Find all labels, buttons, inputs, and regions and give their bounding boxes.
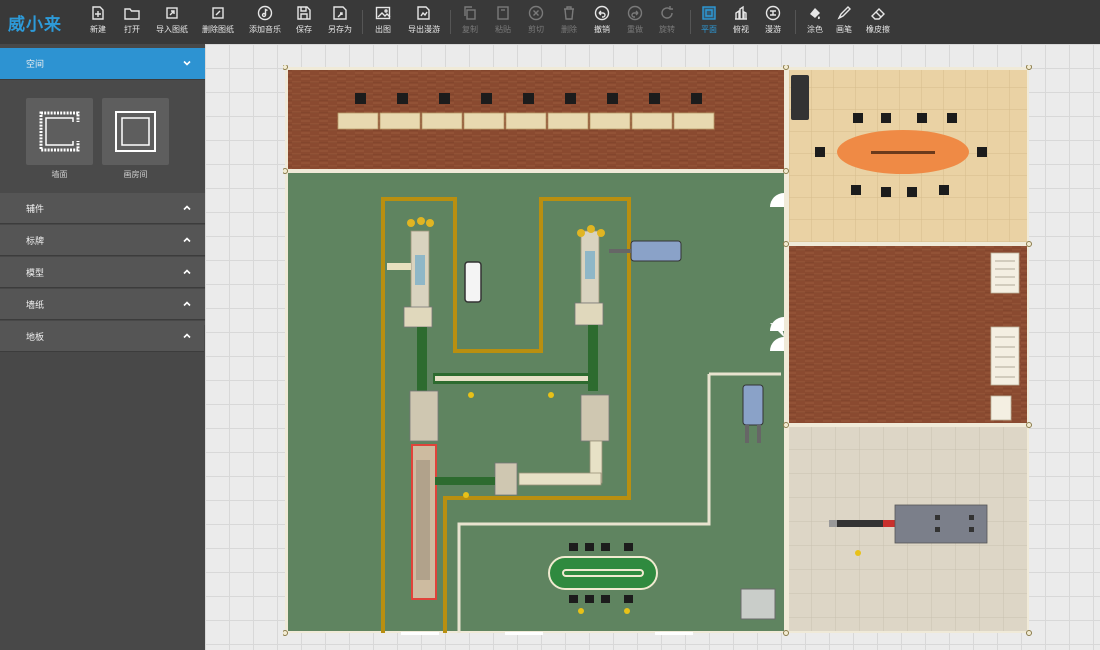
lab-room[interactable] bbox=[789, 427, 1027, 631]
accordion-title: 标牌 bbox=[26, 236, 45, 247]
paint-button[interactable]: 涂色 bbox=[807, 5, 823, 39]
paint-bucket-icon bbox=[810, 8, 820, 20]
toolbar-divider bbox=[795, 10, 796, 34]
brush-icon bbox=[837, 6, 851, 20]
meeting-room[interactable] bbox=[789, 70, 1027, 242]
draw-room-label: 画房间 bbox=[123, 170, 148, 179]
wall-tool-label: 墙面 bbox=[51, 170, 68, 179]
new-file-icon bbox=[92, 6, 104, 20]
accordion-signs-header[interactable]: 标牌 bbox=[0, 225, 205, 256]
brush-button[interactable]: 画笔 bbox=[836, 5, 852, 39]
accordion-title: 墙纸 bbox=[26, 300, 45, 311]
save-as-button[interactable]: 另存为 bbox=[328, 5, 352, 39]
image-icon bbox=[375, 6, 391, 20]
trash-icon bbox=[564, 6, 574, 20]
accordion-wallpaper-header[interactable]: 墙纸 bbox=[0, 289, 205, 320]
top-view-button[interactable]: 俯视 bbox=[733, 5, 749, 39]
top-view-icon bbox=[735, 5, 747, 20]
office-room[interactable] bbox=[288, 70, 784, 169]
eraser-button[interactable]: 橡皮擦 bbox=[866, 5, 890, 39]
app-logo: 威小来 bbox=[8, 15, 62, 35]
chevron-up-icon bbox=[183, 205, 191, 211]
electrical-cabinet[interactable] bbox=[740, 588, 776, 620]
rotate-button[interactable]: 旋转 bbox=[659, 5, 675, 39]
left-panel: 空间 墙面 画房间 辅件 标牌 模型 墙纸 地板 bbox=[0, 44, 205, 650]
accordion-floor-header[interactable]: 地板 bbox=[0, 321, 205, 352]
wall-icon bbox=[39, 111, 80, 152]
paste-button[interactable]: 粘贴 bbox=[495, 5, 511, 39]
rotate-icon bbox=[661, 6, 673, 19]
accordion-accessories-header[interactable]: 辅件 bbox=[0, 193, 205, 224]
top-toolbar: 威小来 新建 打开 导入图纸 删除图纸 添加音乐 保存 另存为 出图 导出漫游 … bbox=[0, 0, 1100, 44]
room-icon bbox=[115, 111, 156, 152]
add-music-button[interactable]: 添加音乐 bbox=[249, 5, 281, 39]
toolbar-divider bbox=[690, 10, 691, 34]
new-button[interactable]: 新建 bbox=[90, 5, 106, 39]
plan-view-icon bbox=[702, 6, 716, 20]
toolbar-divider bbox=[362, 10, 363, 34]
export-image-button[interactable]: 出图 bbox=[375, 5, 391, 39]
import-drawing-button[interactable]: 导入图纸 bbox=[156, 5, 188, 39]
paste-icon bbox=[497, 6, 509, 20]
save-button[interactable]: 保存 bbox=[296, 5, 312, 39]
chevron-up-icon bbox=[183, 301, 191, 307]
workshop-floor[interactable] bbox=[288, 173, 784, 633]
accordion-space-header[interactable]: 空间 bbox=[0, 48, 205, 80]
eraser-icon bbox=[871, 8, 885, 20]
accordion-title: 空间 bbox=[26, 60, 45, 70]
toolbar-divider bbox=[450, 10, 451, 34]
plan-view-button[interactable]: 平面 bbox=[701, 5, 717, 39]
undo-icon bbox=[594, 5, 610, 21]
draw-room-tile[interactable] bbox=[102, 98, 169, 165]
export-tour-button[interactable]: 导出漫游 bbox=[408, 5, 440, 39]
tablet-device[interactable] bbox=[464, 261, 482, 303]
redo-icon bbox=[627, 5, 643, 21]
chevron-down-icon bbox=[183, 60, 191, 66]
chevron-up-icon bbox=[183, 237, 191, 243]
roam-icon bbox=[765, 5, 781, 21]
space-panel-body: 墙面 画房间 bbox=[0, 80, 205, 195]
floor-plan[interactable] bbox=[283, 65, 1035, 638]
chevron-up-icon bbox=[183, 269, 191, 275]
delete-button[interactable]: 删除 bbox=[561, 5, 577, 39]
copy-icon bbox=[464, 6, 476, 20]
wall-tool-tile[interactable] bbox=[26, 98, 93, 165]
redo-button[interactable]: 重做 bbox=[627, 5, 643, 39]
roam-button[interactable]: 漫游 bbox=[765, 5, 781, 39]
save-as-icon bbox=[333, 6, 347, 20]
save-icon bbox=[297, 6, 311, 20]
storage-room[interactable] bbox=[789, 246, 1027, 423]
delete-drawing-button[interactable]: 删除图纸 bbox=[202, 5, 234, 39]
accordion-title: 辅件 bbox=[26, 204, 45, 215]
open-button[interactable]: 打开 bbox=[124, 5, 140, 39]
cut-button[interactable]: 剪切 bbox=[528, 5, 544, 39]
accordion-title: 模型 bbox=[26, 268, 45, 279]
cut-icon bbox=[528, 5, 544, 21]
delete-drawing-icon bbox=[212, 7, 224, 19]
design-canvas[interactable] bbox=[205, 44, 1100, 650]
accordion-title: 地板 bbox=[26, 332, 45, 343]
copy-button[interactable]: 复制 bbox=[462, 5, 478, 39]
accordion-models-header[interactable]: 模型 bbox=[0, 257, 205, 288]
import-icon bbox=[166, 7, 178, 19]
export-tour-icon bbox=[417, 6, 430, 20]
undo-button[interactable]: 撤销 bbox=[594, 5, 610, 39]
folder-icon bbox=[124, 8, 140, 20]
chevron-up-icon bbox=[183, 333, 191, 339]
music-icon bbox=[257, 5, 273, 21]
